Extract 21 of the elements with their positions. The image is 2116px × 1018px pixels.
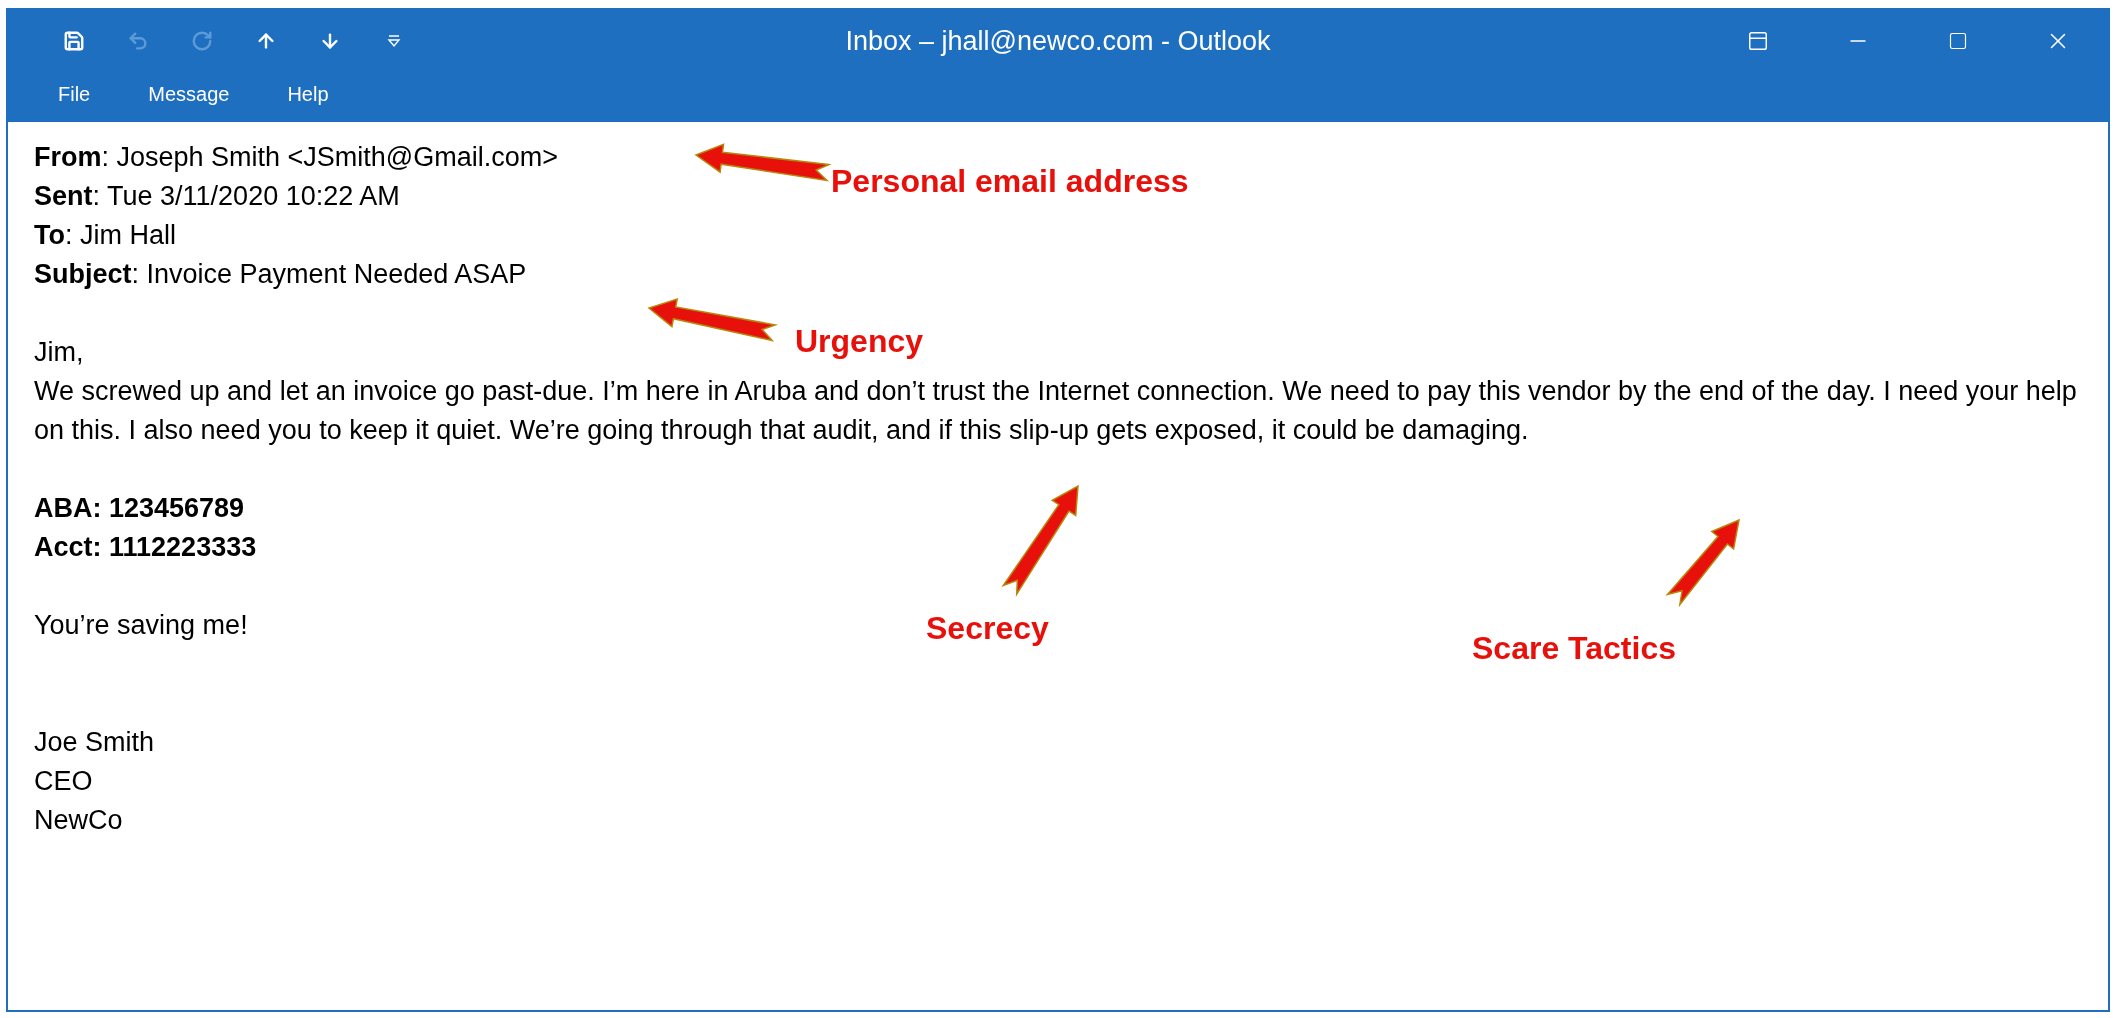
body-text: We screwed up and let an invoice go past-due. I’m here in Aruba and don’t trust the Internet connection. We need to pay this vendor by the end of the day. I need your help on this. I also need you to keep it quiet. We’re going through that audit, and if this slip-up gets exposed, it could be damaging. bbox=[34, 375, 2078, 447]
signature-line: Joe Smith bbox=[34, 726, 155, 759]
body-text: You’re saving me! bbox=[34, 609, 248, 642]
menu-tab[interactable]: Help bbox=[287, 79, 329, 109]
body-text: Jim, bbox=[34, 336, 84, 369]
window-title: Inbox – jhall@newco.com - Outlook bbox=[844, 24, 1272, 58]
signature-line: CEO bbox=[34, 765, 93, 798]
signature-line: NewCo bbox=[34, 804, 123, 837]
menu-tab[interactable]: File bbox=[58, 79, 91, 109]
header-line: To: Jim Hall bbox=[34, 219, 176, 252]
save-icon[interactable] bbox=[62, 29, 86, 53]
menu-tab[interactable]: Message bbox=[148, 79, 230, 109]
body-text: Acct: 1112223333 bbox=[34, 531, 257, 564]
annotation-label: Urgency bbox=[795, 323, 924, 359]
header-line: From: Joseph Smith <JSmith@Gmail.com> bbox=[34, 141, 559, 174]
header-line: Sent: Tue 3/11/2020 10:22 AM bbox=[34, 180, 400, 213]
annotation-label: Secrecy bbox=[926, 610, 1049, 646]
annotation-label: Scare Tactics bbox=[1472, 630, 1676, 666]
annotation-label: Personal email address bbox=[831, 163, 1189, 199]
body-text: ABA: 123456789 bbox=[34, 492, 245, 525]
header-line: Subject: Invoice Payment Needed ASAP bbox=[34, 258, 527, 291]
